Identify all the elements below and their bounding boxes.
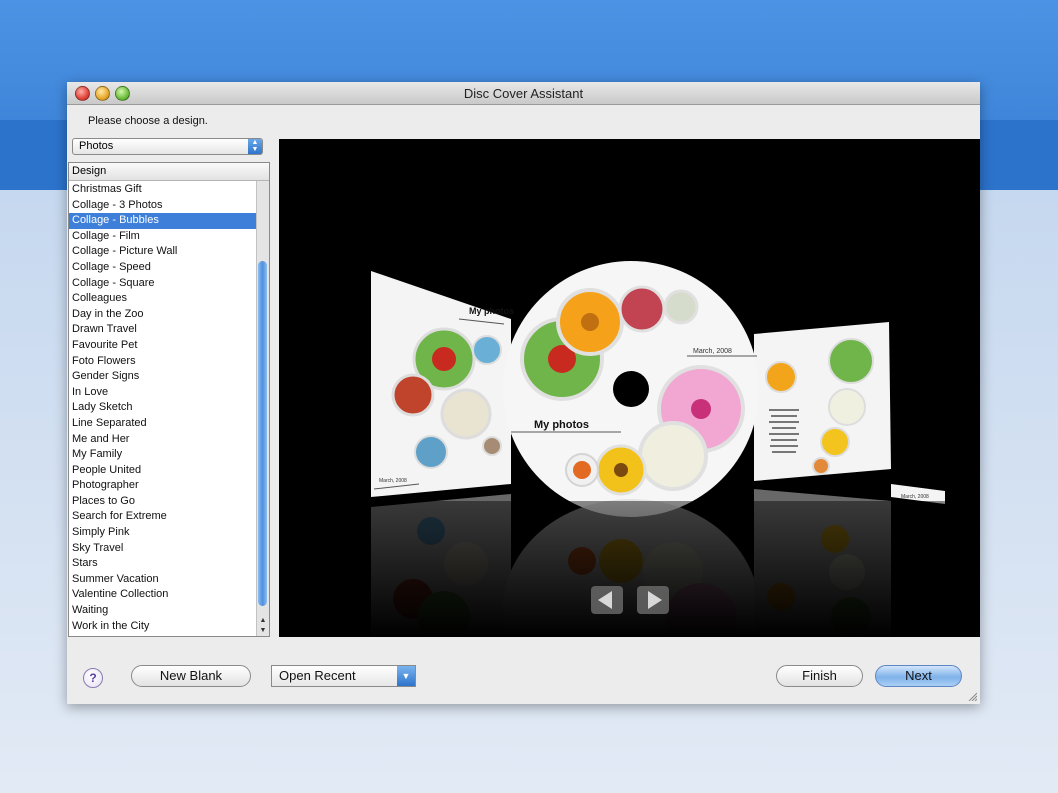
resize-grip-icon[interactable] (967, 691, 977, 701)
spine-date: March, 2008 (901, 494, 929, 500)
design-list-item[interactable]: Drawn Travel (69, 322, 257, 338)
new-blank-button[interactable]: New Blank (131, 665, 251, 687)
design-list-item[interactable]: Search for Extreme (69, 509, 257, 525)
finish-button[interactable]: Finish (776, 665, 863, 687)
preview-illustration: My photos March, 2008 March, 2008 March,… (279, 261, 980, 637)
left-booklet-title: My photos (469, 306, 514, 316)
scroll-up-arrow-icon[interactable]: ▲ (257, 616, 269, 626)
design-list-item[interactable]: Foto Flowers (69, 354, 257, 370)
design-list-item[interactable]: People United (69, 463, 257, 479)
left-booklet-date: March, 2008 (379, 478, 407, 484)
updown-arrows-icon: ▲ ▼ (248, 139, 262, 154)
help-button[interactable]: ? (83, 668, 103, 688)
next-design-button[interactable] (637, 586, 669, 614)
design-list-scrollbar[interactable]: ▲ ▼ (256, 181, 269, 636)
design-list-item[interactable]: Collage - Picture Wall (69, 244, 257, 260)
disc-title: My photos (534, 419, 589, 431)
assistant-window: Disc Cover Assistant Please choose a des… (67, 82, 980, 704)
design-list-item[interactable]: Sky Travel (69, 541, 257, 557)
design-list-item[interactable]: Collage - Square (69, 276, 257, 292)
design-list-item[interactable]: Lady Sketch (69, 400, 257, 416)
design-list-item[interactable]: Collage - Speed (69, 260, 257, 276)
design-list-item[interactable]: Favourite Pet (69, 338, 257, 354)
design-list-item[interactable]: Collage - 3 Photos (69, 198, 257, 214)
design-list[interactable]: Design Christmas Gift Collage - 3 Photos C… (68, 162, 270, 637)
design-list-item[interactable]: Waiting (69, 603, 257, 619)
design-list-item[interactable]: Photographer (69, 478, 257, 494)
design-list-item[interactable]: Valentine Collection (69, 587, 257, 603)
design-list-item[interactable]: Collage - Film (69, 229, 257, 245)
scroll-down-arrow-icon[interactable]: ▼ (257, 626, 269, 636)
previous-design-button[interactable] (591, 586, 623, 614)
design-list-item[interactable]: In Love (69, 385, 257, 401)
title-bar[interactable]: Disc Cover Assistant (67, 82, 980, 105)
design-list-item[interactable]: My Family (69, 447, 257, 463)
design-list-item[interactable]: Gender Signs (69, 369, 257, 385)
right-tray-cover: March, 2008 (754, 322, 945, 504)
design-list-item[interactable]: Stars (69, 556, 257, 572)
scrollbar-thumb[interactable] (258, 261, 267, 606)
design-column-header[interactable]: Design (69, 163, 269, 181)
left-booklet-cover: My photos March, 2008 (371, 271, 514, 497)
open-recent-select[interactable]: Open Recent ▼ (271, 665, 416, 687)
disc-label: March, 2008 My photos (503, 261, 759, 517)
design-list-item[interactable]: Me and Her (69, 432, 257, 448)
next-button[interactable]: Next (875, 665, 962, 687)
design-list-item[interactable]: Summer Vacation (69, 572, 257, 588)
design-list-items: Christmas Gift Collage - 3 Photos Collage … (69, 182, 257, 634)
bottom-toolbar: ? New Blank Open Recent ▼ Finish Next (67, 642, 980, 704)
open-recent-label: Open Recent (279, 668, 356, 683)
design-list-item[interactable]: Day in the Zoo (69, 307, 257, 323)
design-preview: My photos March, 2008 March, 2008 March,… (279, 139, 980, 637)
chevron-down-icon: ▼ (397, 666, 415, 686)
design-list-item[interactable]: Collage - Bubbles (69, 213, 257, 229)
design-list-item[interactable]: Colleagues (69, 291, 257, 307)
category-popup-value: Photos (79, 140, 114, 152)
design-list-item[interactable]: Places to Go (69, 494, 257, 510)
design-list-item[interactable]: Simply Pink (69, 525, 257, 541)
category-popup[interactable]: Photos ▲ ▼ (72, 138, 263, 155)
design-list-item[interactable]: Christmas Gift (69, 182, 257, 198)
design-list-item[interactable]: Line Separated (69, 416, 257, 432)
disc-date: March, 2008 (693, 348, 732, 355)
design-prompt: Please choose a design. (88, 115, 208, 127)
design-list-item[interactable]: Work in the City (69, 619, 257, 635)
window-title: Disc Cover Assistant (463, 86, 584, 101)
